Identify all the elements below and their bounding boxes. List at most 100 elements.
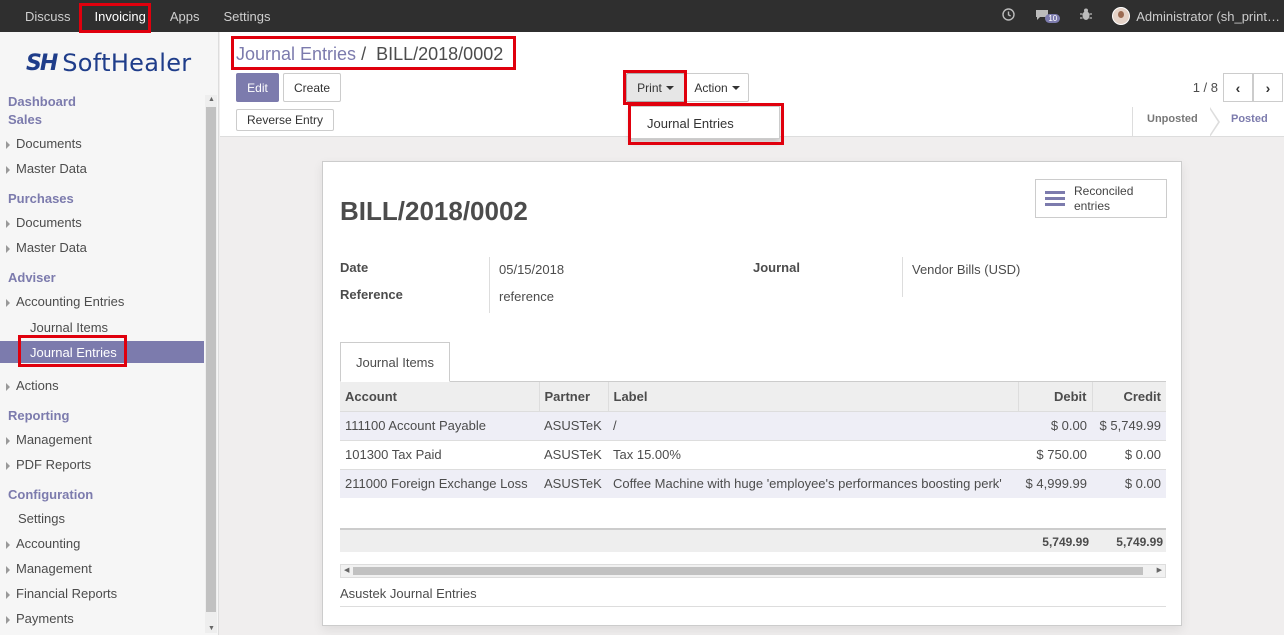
- menu-invoicing[interactable]: Invoicing: [95, 9, 146, 24]
- sidebar-item-journal-items[interactable]: Journal Items: [30, 320, 204, 335]
- caret-right-icon: [6, 590, 10, 599]
- sidebar-item-label: Accounting: [16, 536, 81, 551]
- action-button[interactable]: Action: [685, 73, 749, 102]
- pager-value[interactable]: 1 / 8: [1193, 80, 1218, 95]
- date-field[interactable]: 05/15/2018: [499, 262, 564, 277]
- sidebar-item-accounting-entries[interactable]: Accounting Entries: [6, 294, 210, 309]
- logo-mark: SH: [26, 50, 58, 76]
- scrollbar-thumb[interactable]: [206, 107, 216, 612]
- notification-badge: 10: [1045, 13, 1061, 23]
- menu-settings[interactable]: Settings: [223, 9, 270, 24]
- sidebar-item-reporting-management[interactable]: Management: [6, 432, 210, 447]
- chat-icon[interactable]: 10: [1035, 9, 1061, 24]
- column-partner[interactable]: Partner: [539, 382, 609, 411]
- reconciled-entries-button[interactable]: Reconciled entries: [1035, 179, 1167, 218]
- table-row[interactable]: 111100 Account Payable ASUSTeK / $ 0.00 …: [340, 410, 1166, 440]
- table-row[interactable]: 101300 Tax Paid ASUSTeK Tax 15.00% $ 750…: [340, 439, 1166, 469]
- pager-previous-button[interactable]: ‹: [1223, 73, 1253, 102]
- sidebar-section-sales[interactable]: Sales: [8, 112, 42, 127]
- print-menu-journal-entries[interactable]: Journal Entries: [647, 116, 734, 131]
- sidebar-item-config-management[interactable]: Management: [6, 561, 210, 576]
- caret-right-icon: [6, 615, 10, 624]
- journal-items-table: Account Partner Label Debit Credit 11110…: [340, 382, 1166, 498]
- caret-right-icon: [6, 540, 10, 549]
- column-debit[interactable]: Debit: [1018, 382, 1093, 411]
- reference-field[interactable]: reference: [499, 289, 554, 304]
- sidebar-item-accounting[interactable]: Accounting: [6, 536, 210, 551]
- edit-button[interactable]: Edit: [236, 73, 279, 102]
- sidebar-item-purchases-documents[interactable]: Documents: [6, 215, 210, 230]
- pager-next-button[interactable]: ›: [1253, 73, 1283, 102]
- sidebar-item-journal-entries[interactable]: Journal Entries: [0, 341, 204, 363]
- table-row[interactable]: 211000 Foreign Exchange Loss ASUSTeK Cof…: [340, 468, 1166, 498]
- cell-credit: $ 0.00: [1092, 468, 1166, 498]
- menu-discuss[interactable]: Discuss: [25, 9, 71, 24]
- create-button[interactable]: Create: [283, 73, 341, 102]
- caret-down-icon: [665, 85, 674, 90]
- sidebar-section-reporting[interactable]: Reporting: [8, 408, 69, 423]
- status-arrow: [1209, 107, 1220, 137]
- table-horizontal-scrollbar[interactable]: ◀ ▶: [340, 564, 1166, 578]
- action-label: Action: [694, 80, 728, 95]
- sidebar-item-dashboard[interactable]: Dashboard: [8, 94, 76, 109]
- sidebar-item-label: Accounting Entries: [16, 294, 125, 309]
- avatar: [1112, 7, 1131, 25]
- sidebar-item-pdf-reports[interactable]: PDF Reports: [6, 457, 210, 472]
- table-totals-row: 5,749.99 5,749.99: [340, 528, 1166, 552]
- reverse-entry-button[interactable]: Reverse Entry: [236, 109, 334, 131]
- menu-apps[interactable]: Apps: [170, 9, 200, 24]
- cell-debit: $ 750.00: [1018, 439, 1092, 469]
- chevron-left-icon: ‹: [1235, 79, 1241, 96]
- sidebar-section-configuration[interactable]: Configuration: [8, 487, 93, 502]
- caret-down-icon: [731, 85, 740, 90]
- scroll-left-icon[interactable]: ◀: [344, 566, 349, 574]
- sidebar-section-adviser[interactable]: Adviser: [8, 270, 56, 285]
- sidebar-item-payments[interactable]: Payments: [6, 611, 210, 626]
- caret-right-icon: [6, 165, 10, 174]
- scroll-up-icon[interactable]: ▲: [208, 96, 215, 103]
- chevron-right-icon: ›: [1265, 79, 1271, 96]
- sidebar-item-purchases-master-data[interactable]: Master Data: [6, 240, 210, 255]
- cell-partner: ASUSTeK: [539, 439, 608, 469]
- sidebar-item-label: Management: [16, 432, 92, 447]
- cell-label: Coffee Machine with huge 'employee's per…: [608, 468, 1018, 498]
- table-header-row: Account Partner Label Debit Credit: [340, 382, 1166, 411]
- breadcrumb-parent[interactable]: Journal Entries: [236, 44, 356, 64]
- journal-field[interactable]: Vendor Bills (USD): [912, 262, 1020, 277]
- breadcrumb-separator: /: [361, 44, 367, 64]
- field-divider: [489, 257, 490, 313]
- column-credit[interactable]: Credit: [1092, 382, 1166, 411]
- journal-label: Journal: [753, 260, 800, 275]
- column-label[interactable]: Label: [608, 382, 1019, 411]
- form-sheet: BILL/2018/0002 Reconciled entries Date 0…: [322, 161, 1182, 626]
- sidebar-item-settings[interactable]: Settings: [18, 511, 218, 526]
- bug-icon[interactable]: [1080, 8, 1093, 24]
- sidebar-item-financial-reports[interactable]: Financial Reports: [6, 586, 210, 601]
- footer-divider: [340, 606, 1166, 607]
- status-posted[interactable]: Posted: [1231, 113, 1268, 125]
- print-button[interactable]: Print: [626, 73, 685, 102]
- status-unposted[interactable]: Unposted: [1147, 113, 1198, 125]
- scrollbar-thumb[interactable]: [353, 567, 1143, 575]
- sidebar-item-sales-master-data[interactable]: Master Data: [6, 161, 210, 176]
- smart-button-line2: entries: [1074, 198, 1111, 213]
- clock-icon[interactable]: [1002, 8, 1016, 24]
- app-menu: Discuss Invoicing Apps Settings: [16, 0, 285, 32]
- scroll-down-icon[interactable]: ▼: [208, 625, 215, 632]
- sidebar-item-sales-documents[interactable]: Documents: [6, 136, 210, 151]
- tab-journal-items[interactable]: Journal Items: [340, 342, 450, 382]
- caret-right-icon: [6, 436, 10, 445]
- narration-note[interactable]: Asustek Journal Entries: [340, 586, 477, 601]
- record-title: BILL/2018/0002: [340, 196, 528, 226]
- sidebar-section-purchases[interactable]: Purchases: [8, 191, 74, 206]
- user-menu[interactable]: Administrator (sh_print…: [1112, 7, 1280, 25]
- print-label: Print: [637, 80, 662, 95]
- sidebar-item-label: Documents: [16, 136, 82, 151]
- caret-right-icon: [6, 298, 10, 307]
- sidebar-item-actions[interactable]: Actions: [6, 378, 210, 393]
- scroll-right-icon[interactable]: ▶: [1157, 566, 1162, 574]
- sidebar-item-label: Payments: [16, 611, 74, 626]
- sidebar-scrollbar[interactable]: ▲ ▼: [205, 95, 217, 633]
- column-account[interactable]: Account: [340, 382, 540, 411]
- sidebar-item-label: Management: [16, 561, 92, 576]
